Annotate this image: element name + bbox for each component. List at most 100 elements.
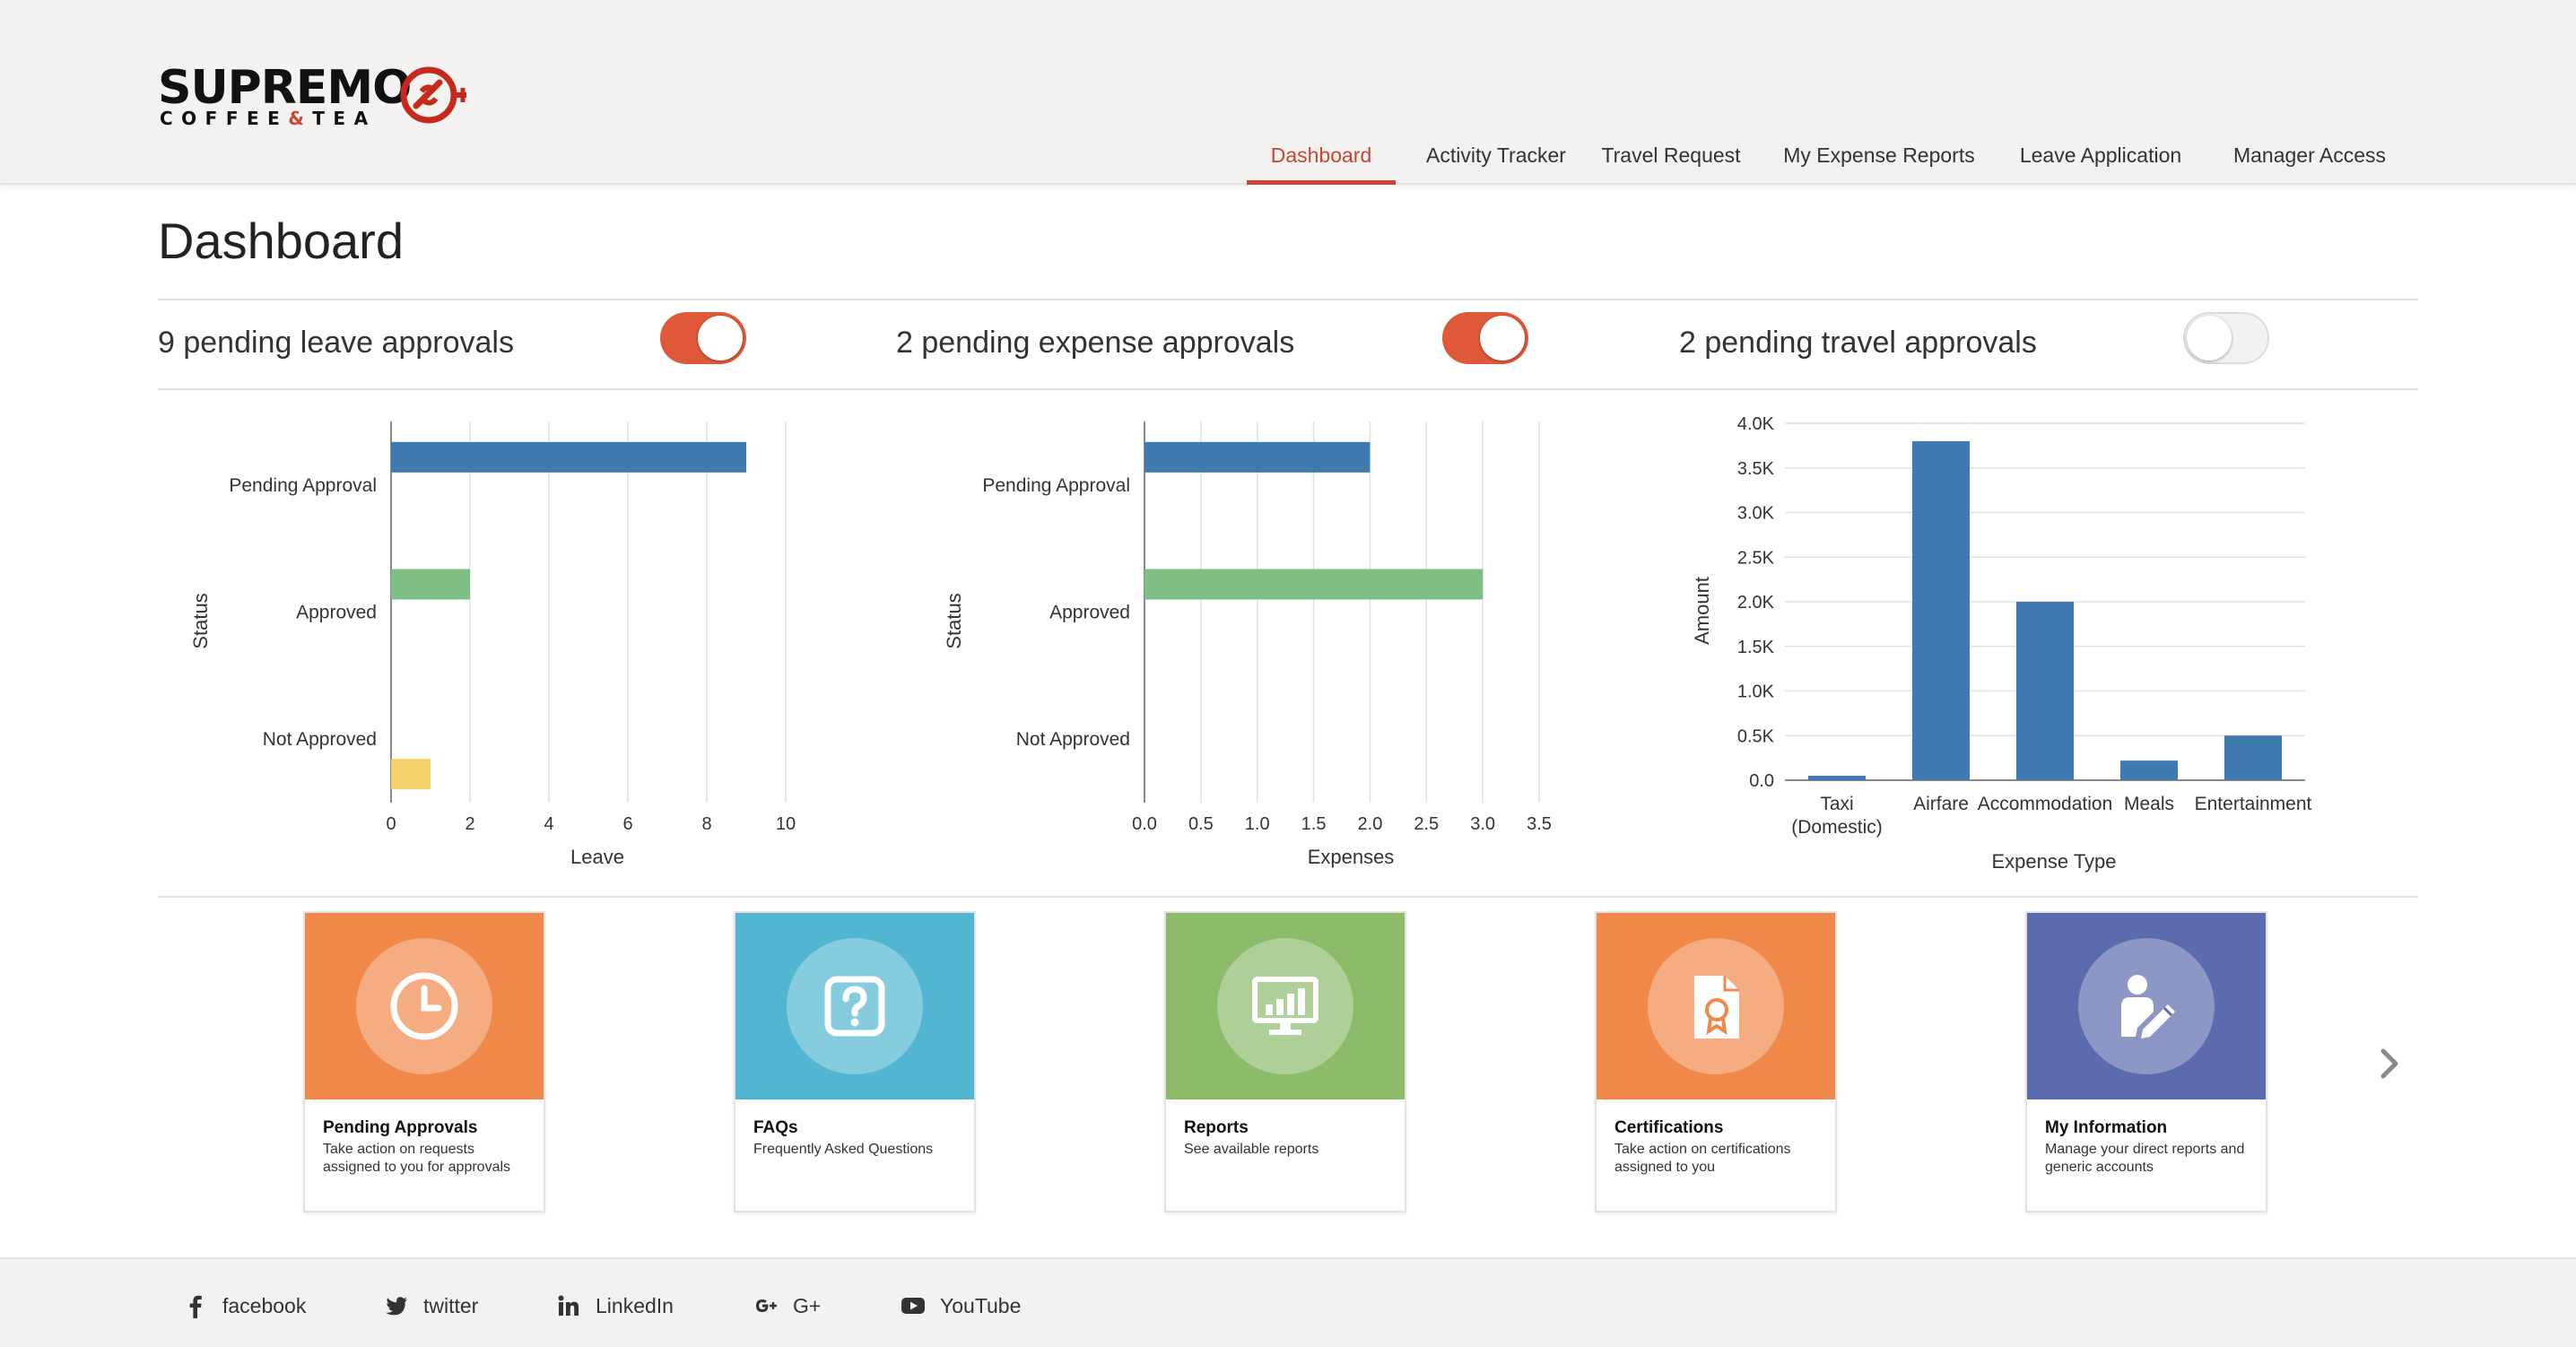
tile-certifications[interactable]: Certifications Take action on certificat… — [1595, 911, 1837, 1212]
expense-approvals-label: 2 pending expense approvals — [896, 326, 1295, 360]
x-tick-label: 3.5 — [1527, 814, 1552, 834]
x-tick-label: 0.5 — [1188, 814, 1214, 834]
leave-status-chart: 0 2 4 6 8 10 Pending Approval Approved Not Appro… — [189, 421, 796, 868]
youtube-icon — [901, 1298, 925, 1314]
tile-description: See available reports — [1184, 1142, 1319, 1157]
footer-link-label: facebook — [222, 1293, 307, 1317]
footer-link-youtube[interactable]: YouTube — [901, 1291, 1021, 1320]
x-tick-label: 1.0 — [1245, 814, 1270, 834]
y-tick-label: 0.0 — [1749, 771, 1774, 791]
y-tick-label: Pending Approval — [982, 475, 1130, 496]
y-tick-label: 1.0K — [1737, 682, 1775, 702]
y-axis-title: Status — [189, 593, 212, 648]
x-tick-label: 6 — [622, 814, 632, 834]
tile-description: Take action on certifications assigned t… — [1614, 1142, 1791, 1175]
x-tick-label: Meals — [2124, 794, 2174, 814]
x-tick-label: 10 — [776, 814, 796, 834]
brand-logo[interactable]: SUPREMO COFFEE&TEA — [158, 63, 481, 135]
footer-link-google-plus[interactable]: G+ — [753, 1291, 821, 1320]
question-icon — [824, 976, 885, 1037]
linkedin-icon — [558, 1295, 579, 1316]
y-tick-label: Not Approved — [1016, 729, 1130, 750]
footer-link-label: LinkedIn — [596, 1293, 674, 1317]
y-tick-label: Not Approved — [263, 729, 377, 750]
x-tick-label: 8 — [701, 814, 711, 834]
tile-banner — [735, 913, 974, 1099]
x-tick-label: 0 — [386, 814, 396, 834]
tile-faqs[interactable]: FAQs Frequently Asked Questions — [734, 911, 976, 1212]
bar — [1912, 440, 1970, 780]
tile-title: FAQs — [753, 1118, 798, 1137]
tile-description: Frequently Asked Questions — [753, 1142, 934, 1157]
tile-banner — [1597, 913, 1835, 1099]
user-edit-icon — [2121, 975, 2175, 1038]
bar — [2016, 602, 2074, 780]
bar — [1144, 441, 1371, 473]
footer-link-label: twitter — [423, 1293, 479, 1317]
footer-link-twitter[interactable]: twitter — [384, 1291, 478, 1320]
expense-approvals-toggle[interactable] — [1442, 312, 1528, 364]
expense-type-chart: 0.0 0.5K 1.0K 1.5K 2.0K 2.5K 3.0K 3.5K 4.0K Taxi(… — [1691, 414, 2312, 873]
y-tick-label: 3.5K — [1737, 459, 1775, 479]
y-axis-title: Amount — [1691, 577, 1713, 645]
toggle-knob — [2187, 316, 2232, 361]
leave-approvals-label: 9 pending leave approvals — [158, 326, 514, 360]
x-tick-label: 2 — [465, 814, 474, 834]
x-tick-label: 1.5 — [1301, 814, 1327, 834]
tile-icon-circle — [2078, 938, 2215, 1074]
x-tick-label: Entertainment — [2195, 794, 2312, 814]
brand-mark-icon — [400, 66, 466, 124]
y-tick-label: Approved — [296, 603, 377, 623]
tile-title: Reports — [1184, 1118, 1249, 1137]
bar — [1144, 569, 1484, 600]
x-tick-label: Accommodation — [1978, 794, 2113, 814]
bar — [391, 569, 470, 600]
footer-link-facebook[interactable]: facebook — [183, 1291, 306, 1320]
nav-activity-tracker[interactable]: Activity Tracker — [1415, 135, 1577, 185]
facebook-icon — [189, 1295, 202, 1318]
tile-icon-circle — [1217, 938, 1353, 1074]
tile-description: Manage your direct reports and generic a… — [2045, 1142, 2245, 1175]
y-tick-label: 4.0K — [1737, 414, 1775, 434]
nav-manager-access[interactable]: Manager Access — [2226, 135, 2393, 185]
y-tick-label: Approved — [1049, 603, 1130, 623]
tile-title: My Information — [2045, 1118, 2168, 1137]
twitter-icon — [386, 1297, 407, 1316]
tile-banner — [2027, 913, 2266, 1099]
page-title: Dashboard — [158, 213, 404, 269]
x-axis-title: Expenses — [1308, 846, 1395, 868]
toggle-knob — [698, 316, 743, 361]
divider — [158, 896, 2418, 898]
tile-title: Certifications — [1614, 1118, 1724, 1137]
y-tick-label: 2.0K — [1737, 593, 1775, 613]
nav-my-expense-reports[interactable]: My Expense Reports — [1776, 135, 1982, 185]
bar — [391, 759, 431, 790]
app-header: SUPREMO COFFEE&TEA Dashboard Activity Tr… — [0, 0, 2576, 185]
chevron-right-icon[interactable] — [2379, 1046, 2402, 1082]
footer-link-linkedin[interactable]: LinkedIn — [556, 1291, 674, 1320]
tile-my-information[interactable]: My Information Manage your direct report… — [2025, 911, 2267, 1212]
nav-travel-request[interactable]: Travel Request — [1595, 135, 1747, 185]
tile-reports[interactable]: Reports See available reports — [1164, 911, 1406, 1212]
brand-tagline: COFFEE&TEA — [160, 108, 377, 129]
x-tick-label: Taxi (Domestic) — [1791, 794, 1883, 838]
x-tick-label: 2.0 — [1358, 814, 1383, 834]
google-plus-icon — [756, 1299, 777, 1312]
tile-icon-circle — [1648, 938, 1784, 1074]
travel-approvals-label: 2 pending travel approvals — [1679, 326, 2037, 360]
leave-approvals-toggle[interactable] — [660, 312, 746, 364]
x-axis-title: Expense Type — [1991, 850, 2116, 873]
divider — [158, 388, 2418, 390]
divider — [158, 299, 2418, 300]
nav-dashboard[interactable]: Dashboard — [1247, 135, 1396, 185]
footer-link-label: G+ — [793, 1293, 822, 1317]
tile-pending-approvals[interactable]: Pending Approvals Take action on request… — [303, 911, 545, 1212]
bar — [391, 441, 746, 473]
monitor-chart-icon — [1252, 977, 1318, 1035]
travel-approvals-toggle[interactable] — [2183, 312, 2269, 364]
nav-leave-application[interactable]: Leave Application — [2009, 135, 2192, 185]
certificate-icon — [1694, 976, 1739, 1038]
y-axis-title: Status — [943, 593, 965, 648]
y-tick-label: 1.5K — [1737, 638, 1775, 657]
tile-icon-circle — [787, 938, 923, 1074]
